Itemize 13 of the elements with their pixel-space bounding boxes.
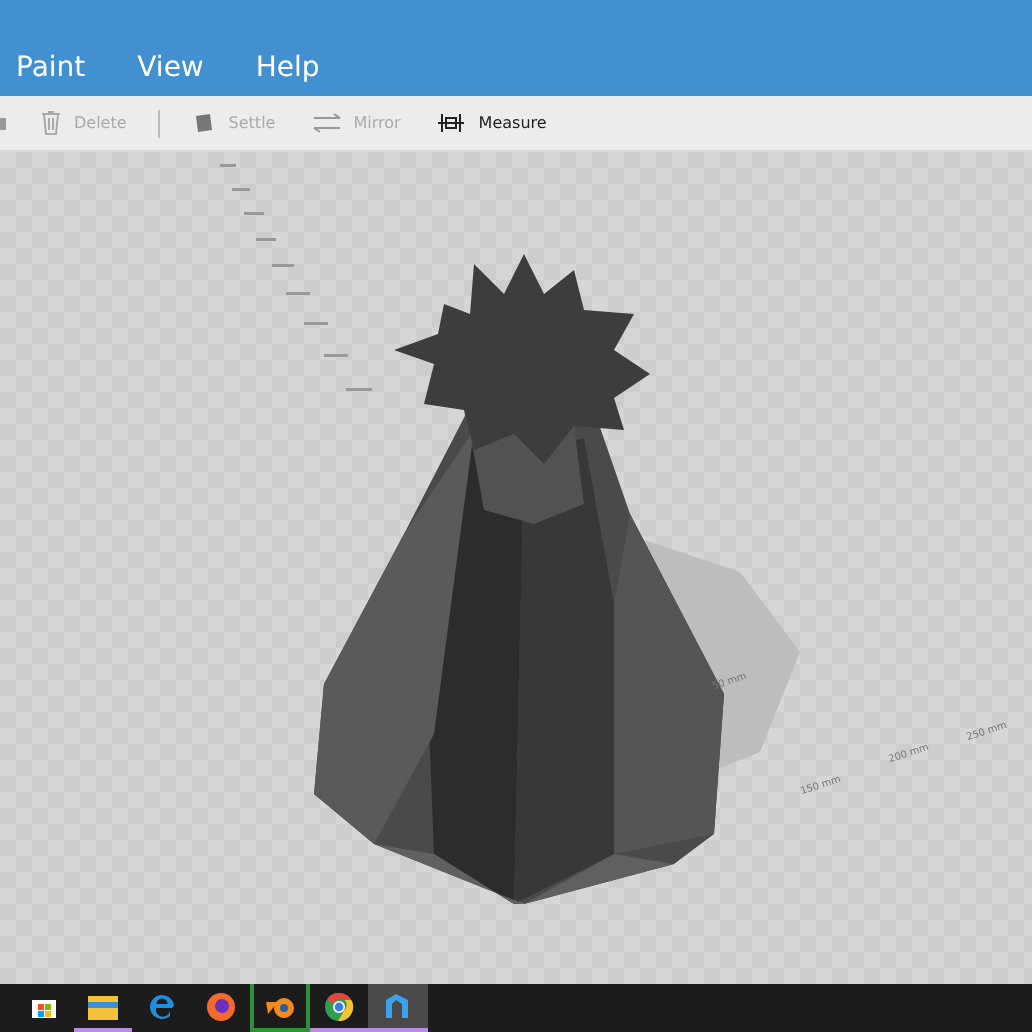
browser-icon [147, 992, 176, 1020]
folder-icon [87, 993, 118, 1019]
arrows-icon [311, 112, 342, 134]
menu-item[interactable]: Help [255, 52, 320, 84]
trash-icon [40, 110, 62, 136]
menu-item[interactable]: Paint [16, 52, 86, 84]
browser-icon [205, 991, 236, 1021]
ruler-icon [436, 112, 467, 134]
taskbar-button[interactable] [250, 984, 309, 1032]
toolbar-button[interactable]: Measure [432, 112, 551, 134]
menu-item[interactable]: View [137, 52, 204, 84]
eye-icon [263, 993, 296, 1019]
browser-icon [323, 991, 354, 1021]
